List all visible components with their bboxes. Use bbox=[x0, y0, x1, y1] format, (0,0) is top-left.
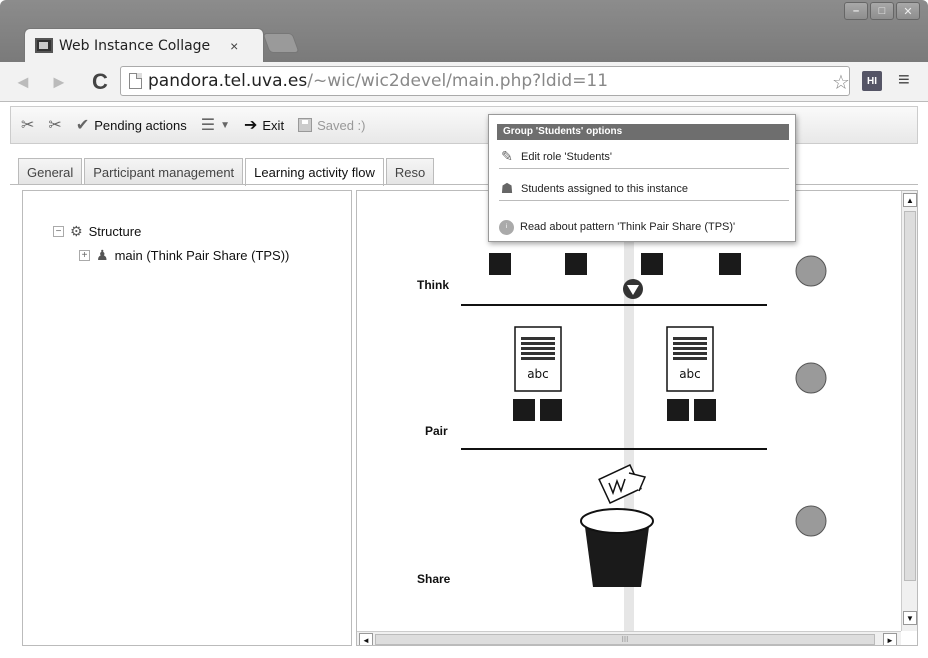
expand-icon[interactable]: + bbox=[79, 250, 90, 261]
page-icon bbox=[129, 73, 142, 89]
undo-button[interactable]: ✂ bbox=[21, 115, 34, 135]
actions-dropdown-button[interactable]: ☰ ▼ bbox=[201, 115, 230, 135]
url-host: pandora.tel.uva.es bbox=[148, 71, 308, 91]
reload-icon[interactable]: C bbox=[92, 69, 108, 95]
users-icon: ☗ bbox=[500, 180, 514, 196]
saved-status: Saved :) bbox=[298, 118, 365, 133]
scroll-left-icon[interactable]: ◄ bbox=[359, 633, 373, 645]
structure-icon: ⚙ bbox=[70, 223, 83, 239]
bookmark-star-icon[interactable]: ☆ bbox=[832, 70, 850, 95]
pending-actions-label: Pending actions bbox=[94, 117, 187, 133]
phase-circle-pair[interactable] bbox=[795, 362, 827, 394]
student-pair-2b[interactable] bbox=[694, 399, 716, 421]
document-icon-2[interactable] bbox=[666, 326, 714, 392]
tab-resources[interactable]: Reso bbox=[385, 158, 435, 185]
maximize-icon[interactable]: □ bbox=[870, 2, 894, 20]
chevron-down-icon: ▼ bbox=[220, 119, 230, 131]
tps-diagram: Think abc abc Pair Share bbox=[417, 191, 827, 631]
browser-navbar: ◄ ► C pandora.tel.uva.es/~wic/wic2devel/… bbox=[0, 62, 928, 102]
info-icon: i bbox=[499, 219, 514, 235]
students-assigned-label: Students assigned to this instance bbox=[521, 182, 688, 195]
student-pair-1b[interactable] bbox=[540, 399, 562, 421]
popup-header: Group 'Students' options bbox=[497, 124, 789, 140]
edit-role-label: Edit role 'Students' bbox=[521, 150, 613, 163]
tree-root[interactable]: − ⚙ Structure bbox=[53, 223, 141, 240]
phase-circle-share[interactable] bbox=[795, 505, 827, 537]
tab-participant-management[interactable]: Participant management bbox=[84, 158, 244, 185]
student-think-4[interactable] bbox=[719, 253, 741, 275]
browser-tab[interactable]: Web Instance Collage × bbox=[24, 28, 264, 62]
phase-label-think: Think bbox=[417, 278, 449, 292]
exit-icon: ➔ bbox=[243, 117, 258, 134]
address-bar[interactable]: pandora.tel.uva.es/~wic/wic2devel/main.p… bbox=[120, 66, 850, 96]
phase-label-share: Share bbox=[417, 572, 451, 586]
exit-label: Exit bbox=[262, 117, 285, 133]
student-think-3[interactable] bbox=[641, 253, 663, 275]
tree-root-label: Structure bbox=[88, 224, 142, 239]
minimize-icon[interactable]: – bbox=[844, 2, 868, 20]
vertical-scroll-thumb[interactable] bbox=[904, 211, 916, 581]
list-icon: ☰ bbox=[200, 117, 216, 134]
read-pattern-menu-item[interactable]: i Read about pattern 'Think Pair Share (… bbox=[499, 215, 789, 239]
extension-icon[interactable]: HI bbox=[862, 71, 882, 91]
group-options-popup: Group 'Students' options ✎ Edit role 'St… bbox=[488, 114, 796, 242]
new-tab-button[interactable] bbox=[262, 33, 300, 53]
student-think-1[interactable] bbox=[489, 253, 511, 275]
tab-learning-activity-flow[interactable]: Learning activity flow bbox=[245, 158, 384, 186]
read-pattern-label: Read about pattern 'Think Pair Share (TP… bbox=[520, 221, 736, 233]
student-pair-1a[interactable] bbox=[513, 399, 535, 421]
browser-titlebar: Web Instance Collage × – □ ✕ bbox=[0, 0, 928, 62]
redo-icon: ✂ bbox=[48, 117, 62, 134]
browser-menu-icon[interactable]: ≡ bbox=[898, 69, 910, 92]
transition-shield-icon[interactable] bbox=[623, 279, 643, 299]
doc-label-1: abc bbox=[527, 367, 549, 381]
main-tabs: General Participant management Learning … bbox=[18, 158, 436, 186]
students-assigned-menu-item[interactable]: ☗ Students assigned to this instance bbox=[499, 177, 789, 201]
exit-button[interactable]: ➔ Exit bbox=[244, 115, 284, 135]
tab-title: Web Instance Collage bbox=[59, 37, 211, 54]
saved-label: Saved :) bbox=[317, 117, 366, 133]
scroll-right-icon[interactable]: ► bbox=[883, 633, 897, 645]
undo-icon: ✂ bbox=[21, 117, 35, 134]
favicon-icon bbox=[35, 38, 53, 53]
redo-button[interactable]: ✂ bbox=[48, 115, 61, 135]
forward-icon[interactable]: ► bbox=[50, 72, 68, 93]
pending-actions-button[interactable]: ✔ Pending actions bbox=[76, 115, 187, 135]
back-icon[interactable]: ◄ bbox=[14, 72, 32, 93]
pencil-icon: ✎ bbox=[501, 148, 513, 164]
close-window-icon[interactable]: ✕ bbox=[896, 2, 920, 20]
phase-label-pair: Pair bbox=[425, 424, 448, 438]
ballot-box-icon[interactable] bbox=[580, 464, 654, 587]
floppy-icon bbox=[298, 118, 313, 132]
horizontal-scroll-thumb[interactable]: III bbox=[375, 634, 875, 645]
diagram-panel: Think abc abc Pair Share ▲ ▼ ◄ III ► bbox=[356, 190, 918, 646]
document-icon-1[interactable] bbox=[514, 326, 562, 392]
check-icon: ✔ bbox=[75, 117, 90, 134]
flow-icon: ♟ bbox=[96, 247, 109, 263]
tree-child-label: main (Think Pair Share (TPS)) bbox=[114, 248, 290, 263]
horizontal-scrollbar[interactable]: ◄ III ► bbox=[357, 631, 901, 645]
vertical-scrollbar[interactable]: ▲ ▼ bbox=[901, 191, 917, 631]
scroll-down-icon[interactable]: ▼ bbox=[903, 611, 917, 625]
scroll-up-icon[interactable]: ▲ bbox=[903, 193, 917, 207]
url-path: /~wic/wic2devel/main.php?ldid=11 bbox=[307, 71, 609, 91]
phase-circle-think[interactable] bbox=[795, 255, 827, 287]
doc-label-2: abc bbox=[679, 367, 701, 381]
tree-child[interactable]: + ♟ main (Think Pair Share (TPS)) bbox=[79, 247, 289, 264]
collapse-icon[interactable]: − bbox=[53, 226, 64, 237]
tab-close-icon[interactable]: × bbox=[230, 38, 238, 54]
structure-panel: − ⚙ Structure + ♟ main (Think Pair Share… bbox=[22, 190, 352, 646]
student-pair-2a[interactable] bbox=[667, 399, 689, 421]
edit-role-menu-item[interactable]: ✎ Edit role 'Students' bbox=[499, 145, 789, 169]
tab-general[interactable]: General bbox=[18, 158, 83, 185]
window-controls: – □ ✕ bbox=[844, 2, 920, 20]
student-think-2[interactable] bbox=[565, 253, 587, 275]
